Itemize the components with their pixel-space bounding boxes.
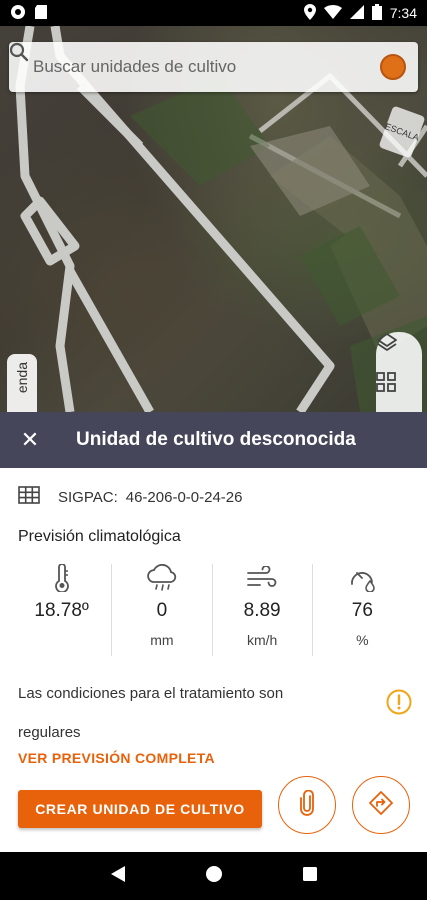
full-forecast-link[interactable]: VER PREVISIÓN COMPLETA [18,750,215,766]
wind-value: 8.89 [243,600,281,621]
android-nav-bar [0,852,427,900]
record-icon [10,4,26,23]
panel-title: Unidad de cultivo desconocida [76,429,356,450]
treatment-condition-text: Las condiciones para el tratamiento son … [18,685,284,741]
weather-temperature: 18.78º [12,564,113,656]
user-location-dot[interactable] [380,54,406,80]
paperclip-icon [299,789,315,821]
rain-cloud-icon [145,564,179,592]
temperature-value: 18.78º [34,600,89,621]
wind-unit: km/h [246,632,278,648]
sd-card-icon [34,4,48,23]
wifi-icon [323,4,342,22]
location-icon [303,3,316,23]
humidity-unit: % [356,632,369,648]
rain-value: 0 [156,600,168,621]
thermometer-icon [53,564,71,592]
signal-icon [349,4,364,22]
search-input[interactable]: Buscar unidades de cultivo [33,57,380,77]
wind-icon [246,564,278,592]
recents-icon[interactable] [302,866,318,887]
map-grid-button[interactable] [376,372,422,412]
forecast-title: Previsión climatológica [18,528,181,545]
humidity-gauge-icon [347,564,377,592]
directions-button[interactable] [352,776,410,834]
home-icon[interactable] [205,865,223,888]
humidity-value: 76 [351,600,373,621]
status-time: 7:34 [389,5,417,21]
attach-button[interactable] [278,776,336,834]
create-crop-unit-button[interactable]: CREAR UNIDAD DE CULTIVO [18,790,262,828]
sigpac-value: 46-206-0-0-24-26 [125,488,243,506]
sigpac-label: SIGPAC: [58,488,118,506]
panel-header: ✕ Unidad de cultivo desconocida [0,412,427,468]
parcel-grid-icon [18,486,40,508]
sigpac-row: SIGPAC: 46-206-0-0-24-26 [18,486,243,508]
close-icon[interactable]: ✕ [18,427,42,453]
search-bar[interactable]: Buscar unidades de cultivo [9,42,418,92]
map-view[interactable]: Buscar unidades de cultivo ESCALA enda [0,26,427,412]
weather-humidity: 76 % [313,564,412,656]
weather-wind: 8.89 km/h [213,564,313,656]
status-bar: 7:34 [0,0,427,26]
directions-icon [368,790,394,821]
weather-summary: 18.78º 0 mm 8.89 km/h 76 % [12,564,412,656]
back-icon[interactable] [110,865,126,888]
weather-rain: 0 mm [112,564,213,656]
info-panel: SIGPAC: 46-206-0-0-24-26 Previsión clima… [0,468,427,852]
layers-button[interactable] [376,332,422,372]
legend-tab-label: enda [14,362,30,394]
battery-icon [371,3,382,23]
rain-unit: mm [150,632,174,648]
legend-tab[interactable]: enda [7,354,37,412]
warning-icon[interactable] [386,689,412,720]
